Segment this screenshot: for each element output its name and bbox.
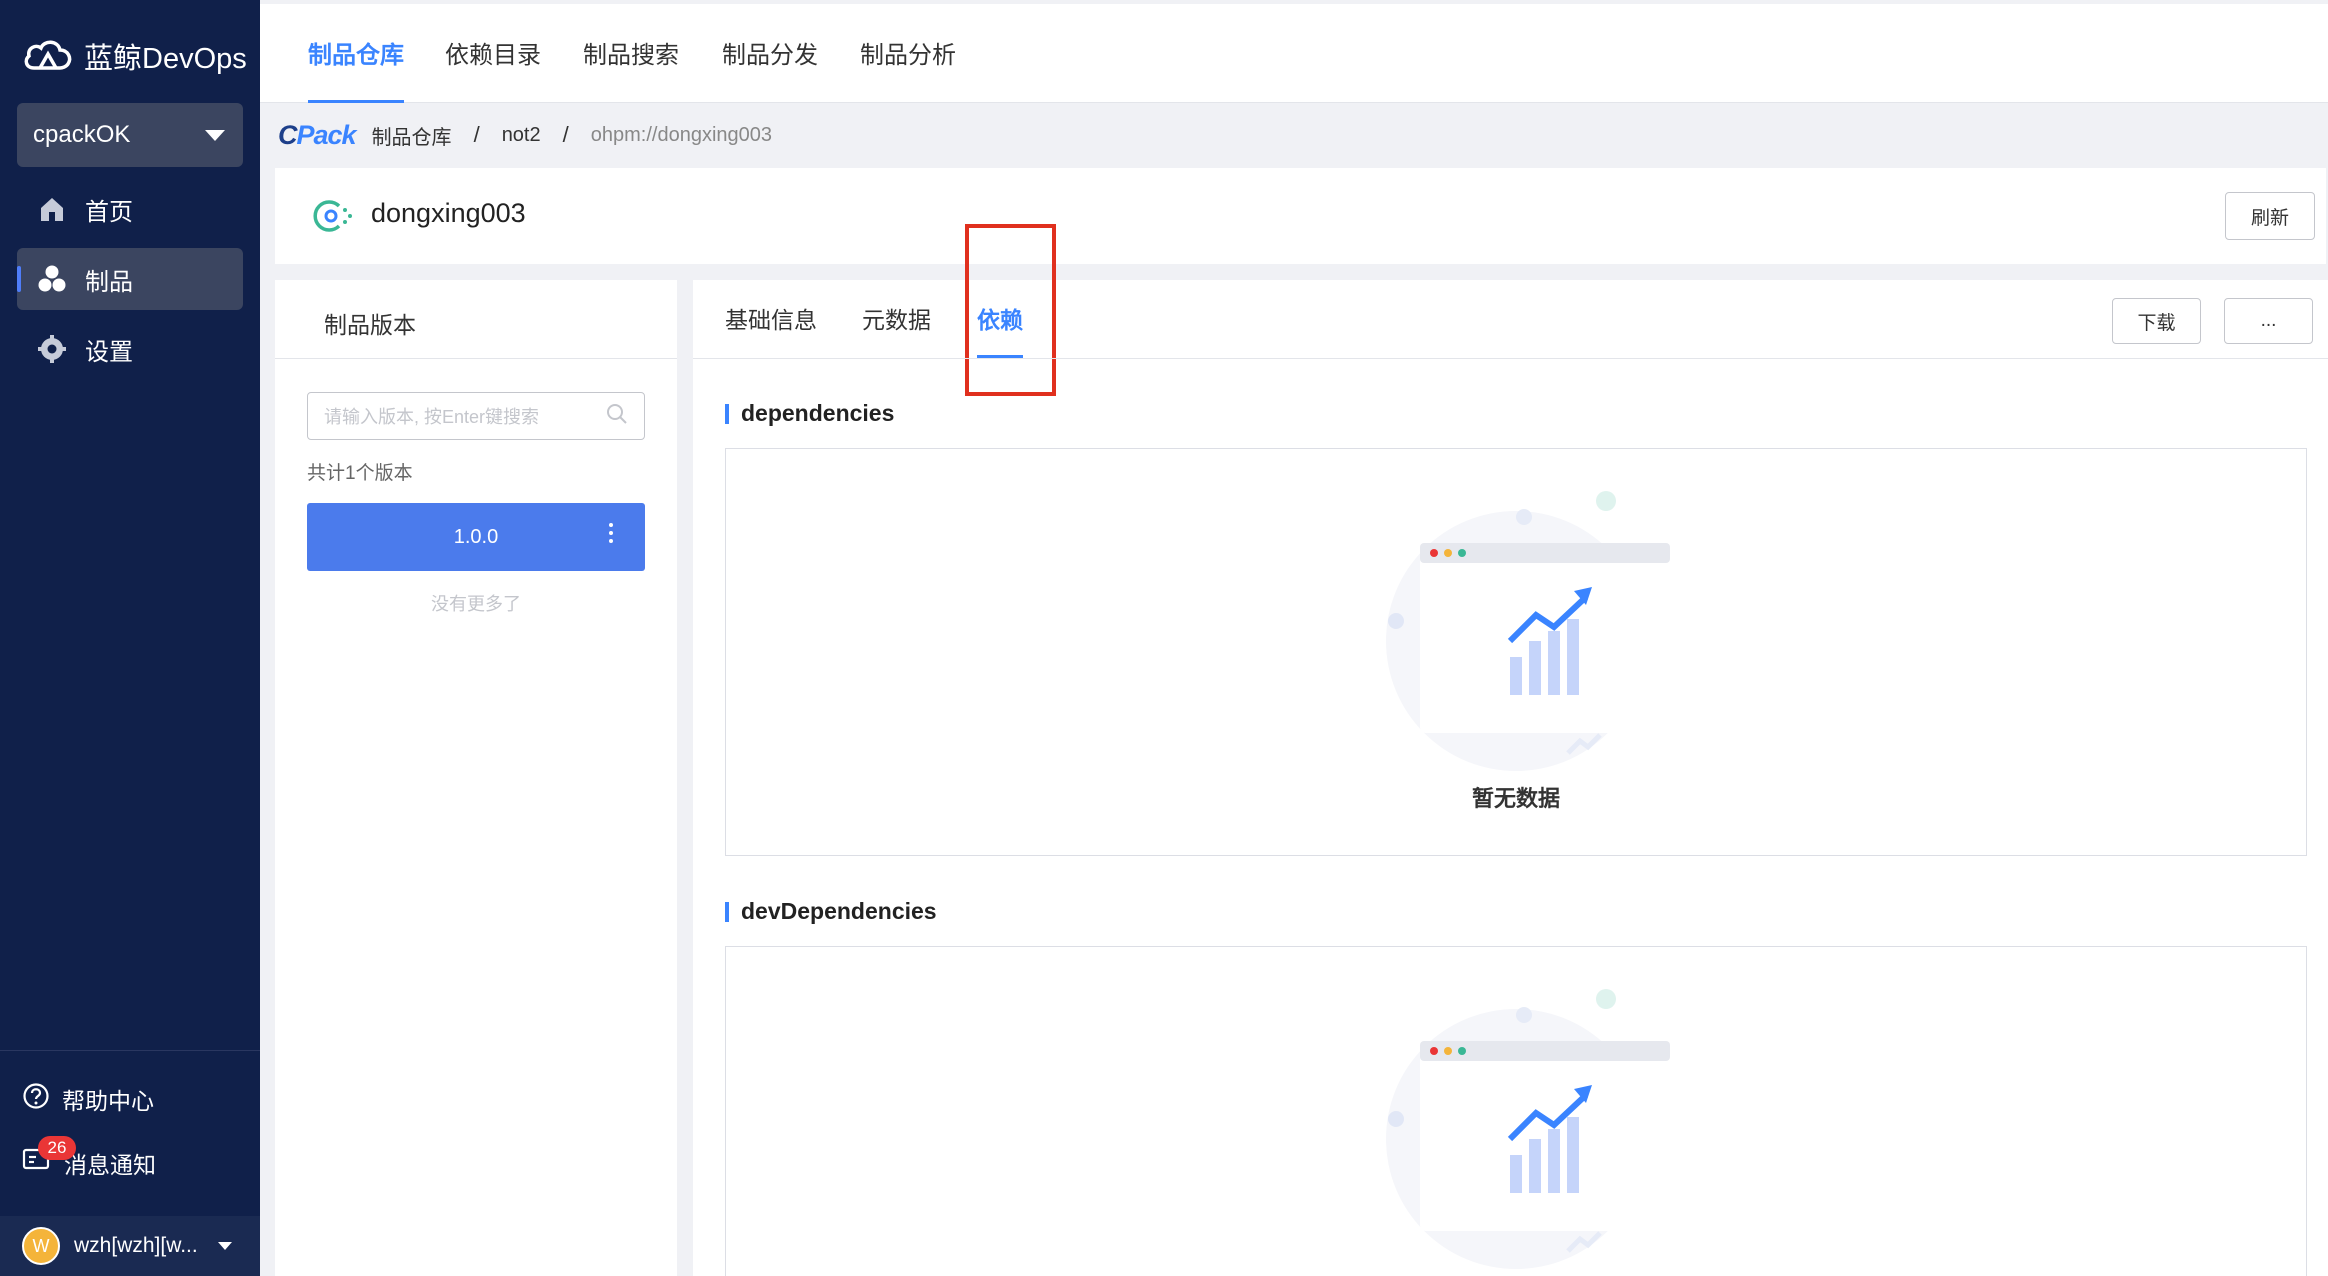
no-more-text: 没有更多了 (431, 594, 521, 614)
tab-artifact-analysis[interactable]: 制品分析 (860, 4, 956, 103)
cloud-logo-icon (24, 40, 72, 70)
home-icon (37, 194, 67, 224)
version-label: 1.0.0 (453, 525, 499, 548)
dev-dependencies-table (725, 946, 2307, 1276)
user-menu[interactable]: W wzh[wzh][w... (0, 1216, 260, 1276)
download-button[interactable]: 下载 (2112, 298, 2201, 344)
version-count: 共计1个版本 (307, 463, 413, 484)
tab-dependency-catalog[interactable]: 依赖目录 (445, 4, 541, 103)
sidebar-item-home[interactable]: 首页 (17, 178, 243, 240)
logo-text: 蓝鲸DevOps (84, 43, 247, 75)
package-header: dongxing003 刷新 (275, 168, 2326, 264)
sidebar-item-artifact[interactable]: 制品 (17, 248, 243, 310)
caret-down-icon (205, 129, 225, 141)
divider (693, 358, 2328, 359)
breadcrumb-item-package: ohpm://dongxing003 (590, 123, 772, 146)
section-title-dependencies: dependencies (725, 400, 894, 427)
empty-data-illustration-icon (1386, 491, 1670, 771)
user-name: wzh[wzh][w... (74, 1234, 198, 1257)
project-select-value: cpackOK (33, 121, 131, 148)
top-navigation: 制品仓库 依赖目录 制品搜索 制品分发 制品分析 (260, 4, 2328, 103)
section-title-dev-dependencies: devDependencies (725, 898, 937, 925)
version-item[interactable]: 1.0.0 (307, 503, 645, 571)
tab-artifact-repo[interactable]: 制品仓库 (308, 4, 404, 103)
detail-panel: 基础信息 元数据 依赖 下载 ... dependencies 暂无数据 dev… (693, 224, 2328, 1276)
breadcrumb-separator: / (562, 122, 569, 147)
version-search-placeholder: 请输入版本, 按Enter键搜索 (324, 407, 540, 427)
more-button[interactable]: ... (2224, 298, 2313, 344)
highlight-annotation-box (965, 224, 1056, 396)
gear-icon (37, 334, 67, 364)
version-panel-title: 制品版本 (324, 312, 416, 338)
help-center-label: 帮助中心 (62, 1088, 154, 1114)
tab-metadata[interactable]: 元数据 (862, 280, 931, 358)
breadcrumb-item-repo[interactable]: 制品仓库 (372, 121, 452, 150)
artifact-icon (37, 264, 67, 294)
help-center-link[interactable]: 帮助中心 (22, 1082, 154, 1116)
breadcrumb-item-repo-name[interactable]: not2 (502, 124, 541, 147)
sidebar-divider (0, 1050, 260, 1051)
breadcrumb: CPack 制品仓库 / not2 / ohpm://dongxing003 (278, 112, 772, 158)
sidebar: 蓝鲸DevOps cpackOK 首页 制品 设置 帮助中心 消息通知 26 W… (0, 0, 260, 1276)
tab-artifact-distribution[interactable]: 制品分发 (722, 4, 818, 103)
sidebar-item-label: 制品 (85, 268, 133, 296)
sidebar-item-label: 设置 (85, 338, 133, 366)
ohpm-package-icon (309, 198, 353, 239)
more-vertical-icon[interactable] (609, 523, 615, 543)
tab-artifact-search[interactable]: 制品搜索 (583, 4, 679, 103)
question-circle-icon (22, 1082, 50, 1116)
sidebar-item-settings[interactable]: 设置 (17, 318, 243, 380)
empty-data-text: 暂无数据 (1471, 786, 1560, 811)
divider (275, 358, 677, 359)
cpack-brand: CPack (278, 119, 357, 150)
refresh-button[interactable]: 刷新 (2225, 192, 2315, 240)
package-name: dongxing003 (371, 198, 526, 228)
tab-basic-info[interactable]: 基础信息 (725, 280, 817, 358)
empty-data-illustration-icon (1386, 989, 1670, 1269)
message-count-badge: 26 (38, 1136, 76, 1160)
search-icon (606, 403, 628, 430)
breadcrumb-separator: / (473, 122, 480, 147)
dependencies-table: 暂无数据 (725, 448, 2307, 856)
sidebar-item-label: 首页 (85, 198, 133, 226)
project-select[interactable]: cpackOK (17, 103, 243, 167)
logo[interactable]: 蓝鲸DevOps (22, 30, 247, 82)
avatar: W (22, 1227, 60, 1265)
caret-down-icon (217, 1242, 232, 1250)
version-panel: 制品版本 请输入版本, 按Enter键搜索 共计1个版本 1.0.0 没有更多了 (275, 280, 677, 1276)
message-notification-label: 消息通知 (64, 1152, 156, 1178)
version-search-input[interactable]: 请输入版本, 按Enter键搜索 (307, 392, 645, 440)
